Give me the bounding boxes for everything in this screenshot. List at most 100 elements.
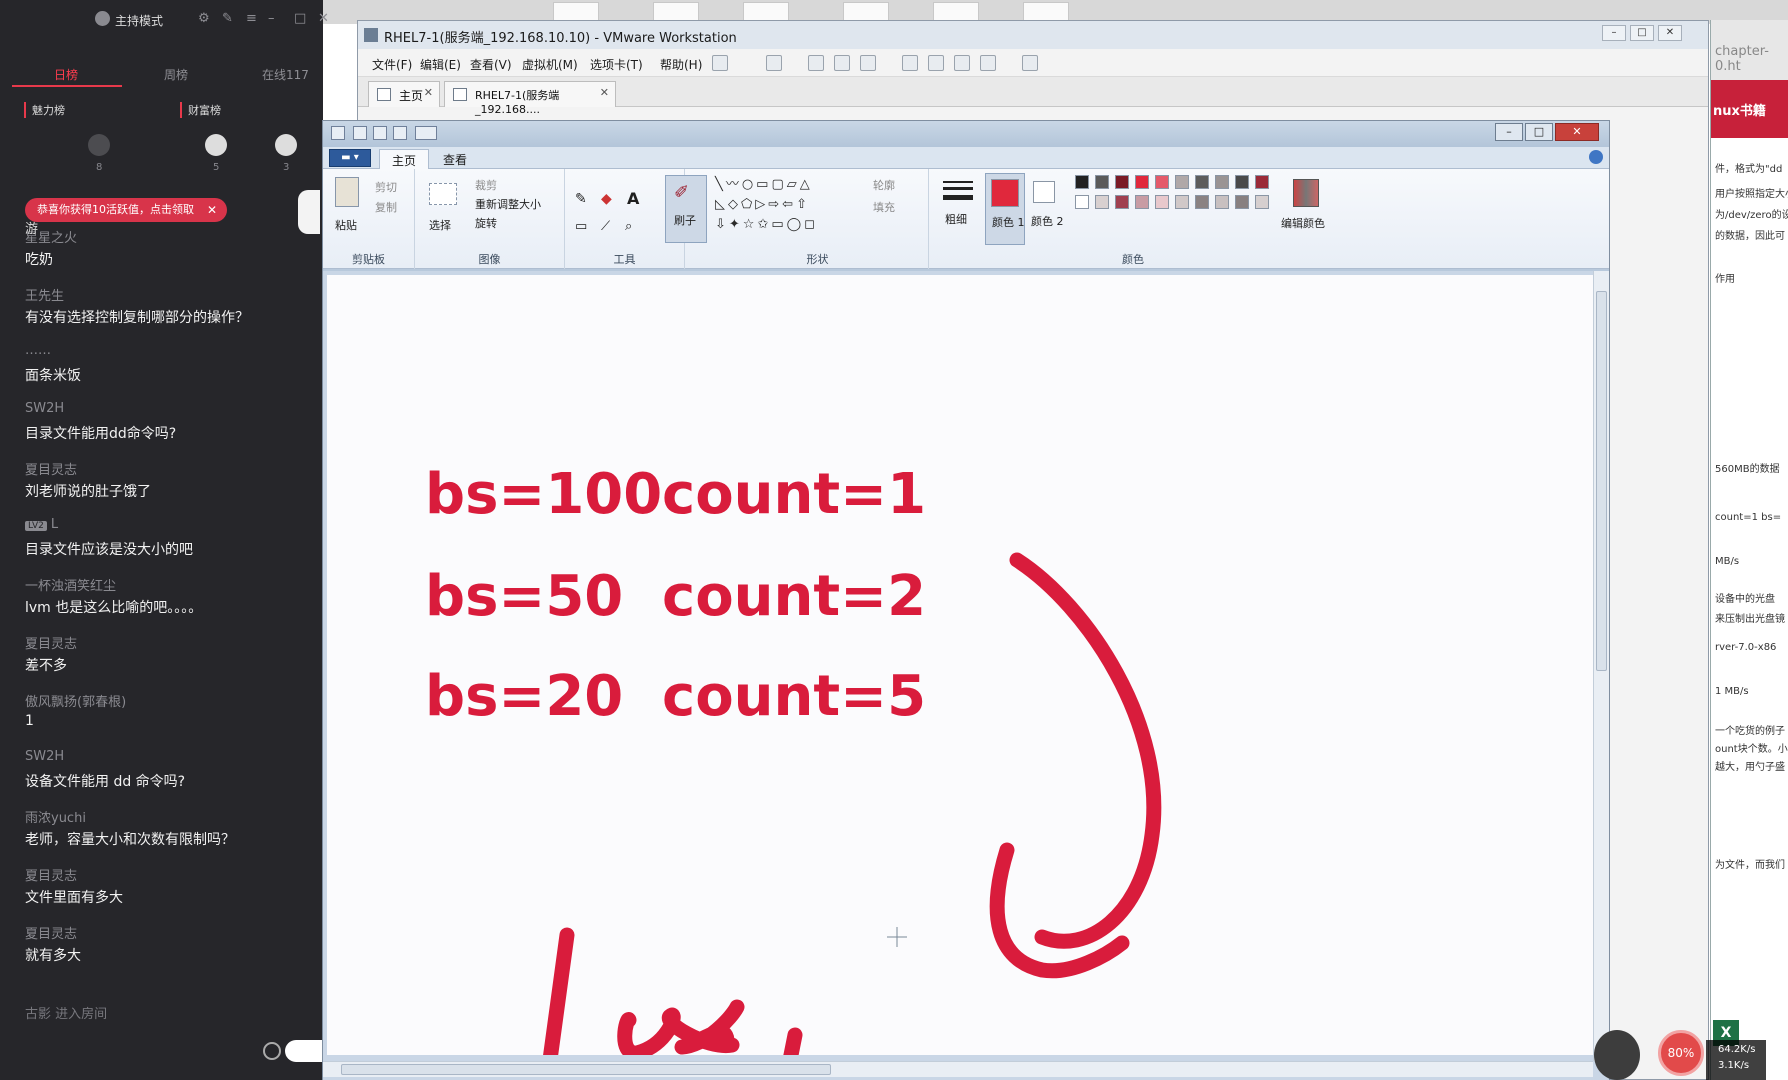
gift-banner[interactable]: 恭喜你获得10活跃值，点击领取 ✕ bbox=[25, 198, 227, 222]
chat-username[interactable]: 夏目灵志 bbox=[25, 865, 77, 884]
palette-swatch[interactable] bbox=[1255, 175, 1269, 189]
close-icon[interactable]: ✕ bbox=[207, 198, 217, 222]
color1-button[interactable]: 颜色 1 bbox=[985, 173, 1025, 245]
menu-vm[interactable]: 虚拟机(M) bbox=[522, 56, 578, 73]
snapshot-manager-icon[interactable] bbox=[860, 55, 876, 71]
vmware-titlebar[interactable]: RHEL7-1(服务端_192.168.10.10) - VMware Work… bbox=[358, 21, 1708, 49]
palette-swatch[interactable] bbox=[1195, 195, 1209, 209]
maximize-button[interactable]: □ bbox=[1630, 25, 1654, 41]
save-icon[interactable] bbox=[353, 126, 367, 140]
send-keys-icon[interactable] bbox=[766, 55, 782, 71]
redo-icon[interactable] bbox=[393, 126, 407, 140]
rotate-button[interactable]: 旋转 bbox=[475, 215, 497, 231]
unity-icon[interactable] bbox=[980, 55, 996, 71]
chat-username[interactable]: 王先生 bbox=[25, 285, 64, 304]
avatar[interactable] bbox=[275, 134, 297, 156]
scrollbar-thumb[interactable] bbox=[1596, 291, 1607, 671]
close-icon[interactable]: ✕ bbox=[318, 11, 329, 26]
palette-swatch[interactable] bbox=[1095, 195, 1109, 209]
palette-swatch[interactable] bbox=[1175, 195, 1189, 209]
size-button[interactable]: 粗细 bbox=[935, 175, 981, 245]
menu-tabs[interactable]: 选项卡(T) bbox=[590, 56, 643, 73]
paste-icon[interactable] bbox=[335, 177, 359, 207]
menu-icon[interactable]: ≡ bbox=[246, 11, 257, 26]
tab-view[interactable]: 查看 bbox=[431, 149, 479, 169]
chat-username[interactable]: 傲风飘扬(郭春根) bbox=[25, 691, 126, 710]
palette-swatch[interactable] bbox=[1135, 195, 1149, 209]
palette-swatch[interactable] bbox=[1155, 175, 1169, 189]
minimize-icon[interactable]: – bbox=[268, 11, 275, 26]
fill-button[interactable]: 填充 bbox=[873, 199, 895, 215]
drawing-canvas[interactable]: bs=100 count=1 bs=50 count=2 bs=20 count… bbox=[327, 275, 1593, 1055]
maximize-button[interactable]: □ bbox=[1525, 123, 1553, 141]
palette-swatch[interactable] bbox=[1195, 175, 1209, 189]
fill-icon[interactable]: ◆ bbox=[601, 191, 612, 207]
host-mode-label[interactable]: 主持模式 bbox=[94, 11, 163, 29]
palette-swatch[interactable] bbox=[1215, 175, 1229, 189]
magnifier-icon[interactable]: ⌕ bbox=[625, 219, 632, 234]
palette-swatch[interactable] bbox=[1215, 195, 1229, 209]
pause-icon[interactable] bbox=[712, 55, 728, 71]
doc-titlebar[interactable]: chapter-0.ht bbox=[1711, 20, 1788, 80]
desktop-icon[interactable] bbox=[1023, 2, 1069, 22]
chat-username[interactable]: 一杯浊酒笑红尘 bbox=[25, 575, 116, 594]
menu-edit[interactable]: 编辑(E) bbox=[420, 56, 461, 73]
tab-home[interactable]: 主页 ✕ bbox=[368, 81, 440, 107]
edit-icon[interactable]: ✎ bbox=[222, 11, 233, 26]
file-menu-button[interactable]: ▬ ▾ bbox=[329, 149, 371, 167]
doc-tab-label[interactable]: chapter-0.ht bbox=[1715, 44, 1788, 74]
menu-help[interactable]: 帮助(H) bbox=[660, 56, 702, 73]
paint-titlebar[interactable]: – □ ✕ bbox=[323, 121, 1609, 147]
copy-button[interactable]: 复制 bbox=[375, 199, 397, 215]
desktop-icon[interactable] bbox=[553, 2, 599, 22]
preferences-icon[interactable] bbox=[1022, 55, 1038, 71]
menu-file[interactable]: 文件(F) bbox=[372, 56, 412, 73]
minimize-button[interactable]: – bbox=[1602, 25, 1626, 41]
undo-icon[interactable] bbox=[373, 126, 387, 140]
eraser-icon[interactable]: ▭ bbox=[575, 219, 587, 234]
avatar[interactable] bbox=[205, 134, 227, 156]
desktop-icon[interactable] bbox=[653, 2, 699, 22]
scrollbar-thumb[interactable] bbox=[341, 1064, 831, 1075]
palette-swatch[interactable] bbox=[1095, 175, 1109, 189]
close-button[interactable]: ✕ bbox=[1658, 25, 1682, 41]
tab-vm[interactable]: RHEL7-1(服务端_192.168.... ✕ bbox=[444, 81, 616, 116]
wealth-rank-label[interactable]: 财富榜 bbox=[180, 102, 221, 118]
palette-swatch[interactable] bbox=[1155, 195, 1169, 209]
palette-swatch[interactable] bbox=[1115, 195, 1129, 209]
console-view-icon[interactable] bbox=[928, 55, 944, 71]
sidebar-toggle-icon[interactable] bbox=[902, 55, 918, 71]
charm-rank-label[interactable]: 魅力榜 bbox=[24, 102, 65, 118]
close-icon[interactable]: ✕ bbox=[600, 86, 609, 99]
help-icon[interactable] bbox=[1589, 150, 1603, 164]
avatar[interactable] bbox=[88, 134, 110, 156]
text-tool-icon[interactable]: A bbox=[627, 189, 639, 208]
palette-swatch[interactable] bbox=[1115, 175, 1129, 189]
resize-button[interactable]: 重新调整大小 bbox=[475, 196, 541, 212]
outline-button[interactable]: 轮廓 bbox=[873, 177, 895, 193]
chat-input[interactable] bbox=[285, 1040, 325, 1062]
revert-snapshot-icon[interactable] bbox=[834, 55, 850, 71]
chat-username[interactable]: 夏目灵志 bbox=[25, 459, 77, 478]
tab-weekly-rank[interactable]: 周榜 bbox=[164, 66, 188, 83]
horizontal-scrollbar[interactable] bbox=[323, 1061, 1593, 1077]
tab-online[interactable]: 在线117 bbox=[262, 66, 309, 83]
select-button[interactable]: 选择 bbox=[429, 217, 451, 233]
edit-colors-button[interactable]: 编辑颜色 bbox=[1281, 175, 1341, 245]
brush-button[interactable]: ✐ 刷子 bbox=[665, 175, 707, 243]
palette-swatch[interactable] bbox=[1135, 175, 1149, 189]
chat-username[interactable]: 夏目灵志 bbox=[25, 633, 77, 652]
settings-icon[interactable]: ⚙ bbox=[198, 11, 210, 26]
close-icon[interactable]: ✕ bbox=[424, 86, 433, 99]
cut-button[interactable]: 剪切 bbox=[375, 179, 397, 195]
paste-button[interactable]: 粘贴 bbox=[335, 217, 357, 233]
chat-username[interactable]: 夏目灵志 bbox=[25, 923, 77, 942]
desktop-icon[interactable] bbox=[743, 2, 789, 22]
snapshot-icon[interactable] bbox=[808, 55, 824, 71]
palette-swatch[interactable] bbox=[1075, 175, 1089, 189]
pencil-icon[interactable]: ✎ bbox=[575, 191, 587, 207]
palette-swatch[interactable] bbox=[1235, 175, 1249, 189]
tab-daily-rank[interactable]: 日榜 bbox=[54, 66, 78, 83]
emoji-icon[interactable] bbox=[263, 1042, 281, 1060]
vertical-scrollbar[interactable] bbox=[1593, 271, 1609, 1061]
